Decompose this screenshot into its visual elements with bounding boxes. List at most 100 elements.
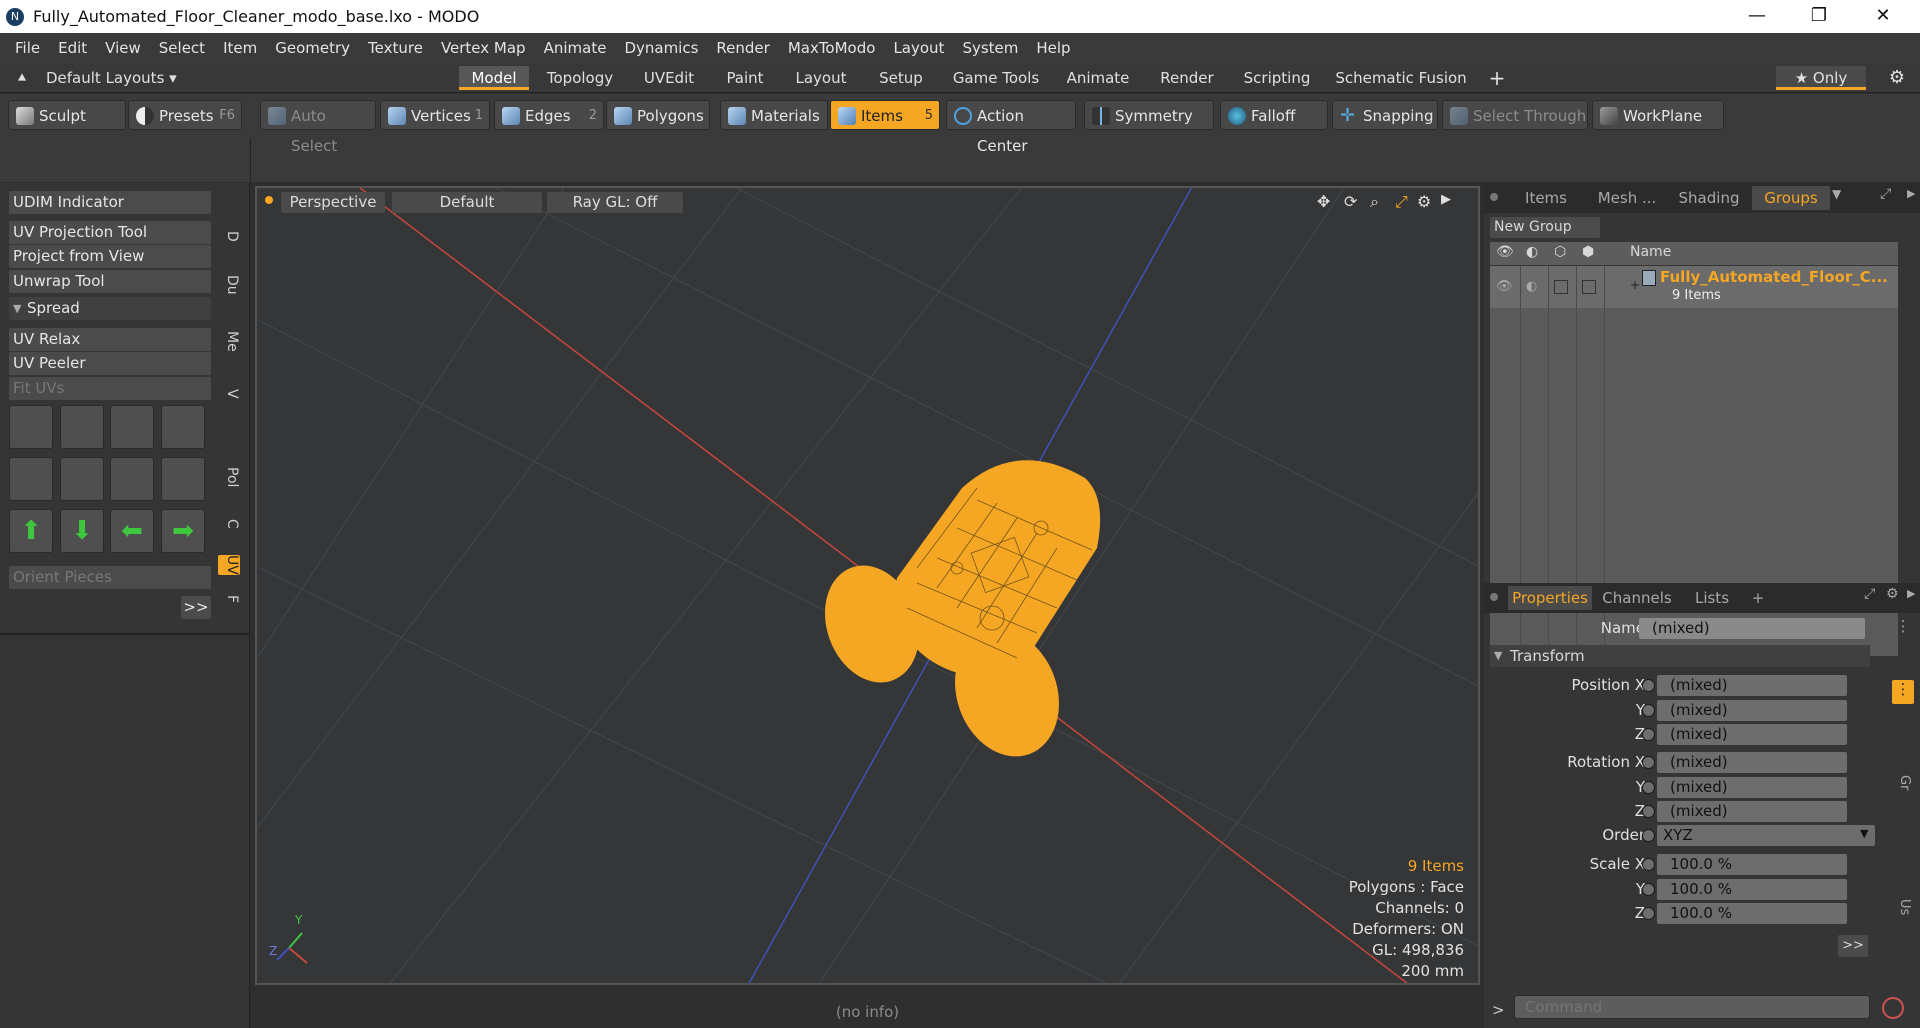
uv-peeler-button[interactable]: UV Peeler bbox=[9, 352, 211, 375]
row-render-icon[interactable]: ◐ bbox=[1526, 279, 1537, 294]
menu-geometry[interactable]: Geometry bbox=[266, 39, 359, 57]
menu-view[interactable]: View bbox=[96, 39, 150, 57]
tab-topology[interactable]: Topology bbox=[538, 66, 622, 90]
gear-icon[interactable]: ⚙ bbox=[1884, 66, 1910, 90]
rotation-z-field[interactable]: (mixed) bbox=[1657, 801, 1847, 822]
raygl-toggle[interactable]: Ray GL: Off bbox=[547, 192, 683, 213]
vtab-pol[interactable]: Pol bbox=[218, 467, 240, 487]
menu-file[interactable]: File bbox=[6, 39, 49, 57]
uv-projection-tool-button[interactable]: UV Projection Tool bbox=[9, 221, 211, 244]
shading-style-dropdown[interactable]: Default bbox=[392, 192, 542, 213]
menu-dynamics[interactable]: Dynamics bbox=[615, 39, 707, 57]
rotation-z-anim-dot[interactable] bbox=[1642, 805, 1655, 818]
position-y-field[interactable]: (mixed) bbox=[1657, 700, 1847, 721]
fit-view-icon[interactable]: ⤢ bbox=[1395, 192, 1408, 212]
tab-render[interactable]: Render bbox=[1150, 66, 1224, 90]
menu-animate[interactable]: Animate bbox=[535, 39, 616, 57]
side-tab-us[interactable]: Us bbox=[1896, 899, 1912, 915]
order-dropdown-icon[interactable]: ▼ bbox=[1860, 827, 1868, 840]
position-z-anim-dot[interactable] bbox=[1642, 728, 1655, 741]
rotation-y-field[interactable]: (mixed) bbox=[1657, 777, 1847, 798]
box-project-icon[interactable] bbox=[161, 405, 205, 449]
rotation-x-anim-dot[interactable] bbox=[1642, 756, 1655, 769]
menu-texture[interactable]: Texture bbox=[359, 39, 432, 57]
scale-x-field[interactable]: 100.0 % bbox=[1657, 854, 1847, 875]
side-tab-gr[interactable]: Gr bbox=[1896, 775, 1912, 790]
vtab-du[interactable]: Du bbox=[218, 275, 240, 295]
polygons-button[interactable]: Polygons bbox=[606, 100, 710, 130]
viewport-settings-icon[interactable]: ⚙ bbox=[1417, 192, 1431, 211]
arrow-right-icon[interactable]: ➡ bbox=[161, 509, 205, 553]
fit-uvs-button[interactable]: Fit UVs bbox=[9, 377, 211, 400]
tab-uvedit[interactable]: UVEdit bbox=[631, 66, 707, 90]
project-from-view-button[interactable]: Project from View bbox=[9, 245, 211, 268]
position-x-anim-dot[interactable] bbox=[1642, 679, 1655, 692]
position-z-field[interactable]: (mixed) bbox=[1657, 724, 1847, 745]
view-type-dropdown[interactable]: Perspective bbox=[281, 192, 385, 213]
tabs-dropdown-icon[interactable]: ▼ bbox=[1832, 187, 1841, 201]
order-select[interactable]: XYZ bbox=[1657, 825, 1875, 846]
row-select-checkbox[interactable] bbox=[1582, 280, 1596, 294]
render-icon[interactable]: ◐ bbox=[1526, 244, 1538, 260]
properties-side-handle[interactable]: ⋮ bbox=[1892, 617, 1914, 641]
viewport-options-dot[interactable] bbox=[265, 196, 273, 204]
arrow-left-icon[interactable]: ⬅ bbox=[110, 509, 154, 553]
auto-select-button[interactable]: Auto Select bbox=[260, 100, 376, 155]
menu-maxtomodo[interactable]: MaxToModo bbox=[779, 39, 885, 57]
expand-plus-icon[interactable]: + bbox=[1630, 278, 1640, 292]
menu-render[interactable]: Render bbox=[707, 39, 778, 57]
add-properties-tab[interactable]: + bbox=[1746, 586, 1770, 610]
vtab-v[interactable]: V bbox=[218, 389, 240, 399]
scale-z-anim-dot[interactable] bbox=[1642, 907, 1655, 920]
expand-arrow-icon[interactable]: ▶ bbox=[1441, 192, 1451, 207]
tab-animate[interactable]: Animate bbox=[1056, 66, 1140, 90]
menu-vertex-map[interactable]: Vertex Map bbox=[432, 39, 535, 57]
edges-button[interactable]: Edges 2 bbox=[494, 100, 604, 130]
scale-y-anim-dot[interactable] bbox=[1642, 883, 1655, 896]
menu-system[interactable]: System bbox=[953, 39, 1027, 57]
vtab-d[interactable]: D bbox=[218, 231, 240, 242]
close-button[interactable]: ✕ bbox=[1852, 0, 1914, 33]
position-x-field[interactable]: (mixed) bbox=[1657, 675, 1847, 696]
unwrap-tool-button[interactable]: Unwrap Tool bbox=[9, 270, 211, 293]
action-center-button[interactable]: Action Center bbox=[946, 100, 1076, 155]
axis-move-icon[interactable] bbox=[110, 405, 154, 449]
row-eye-icon[interactable]: 👁 bbox=[1496, 279, 1513, 294]
menu-layout[interactable]: Layout bbox=[884, 39, 953, 57]
tab-properties[interactable]: Properties bbox=[1508, 586, 1592, 610]
materials-button[interactable]: Materials bbox=[720, 100, 828, 130]
rotation-x-field[interactable]: (mixed) bbox=[1657, 752, 1847, 773]
uv-relax-button[interactable]: UV Relax bbox=[9, 328, 211, 351]
falloff-button[interactable]: Falloff bbox=[1220, 100, 1328, 130]
transform-section[interactable]: ▼ Transform bbox=[1490, 645, 1870, 667]
add-tab-button[interactable]: + bbox=[1484, 66, 1510, 90]
rotate-view-icon[interactable]: ⟳ bbox=[1344, 192, 1357, 211]
name-field[interactable]: (mixed) bbox=[1639, 618, 1865, 639]
orient-pieces-button[interactable]: Orient Pieces bbox=[9, 566, 211, 589]
panel-arrow-icon[interactable]: ▶ bbox=[1907, 187, 1915, 200]
command-input[interactable] bbox=[1514, 995, 1870, 1019]
udim-indicator-button[interactable]: UDIM Indicator bbox=[9, 191, 211, 214]
scale-x-anim-dot[interactable] bbox=[1642, 858, 1655, 871]
perspective-grid-icon[interactable] bbox=[110, 457, 154, 501]
presets-button[interactable]: Presets F6 bbox=[128, 100, 242, 130]
minimize-button[interactable]: — bbox=[1726, 0, 1788, 33]
tab-groups[interactable]: Groups bbox=[1752, 186, 1830, 210]
tab-setup[interactable]: Setup bbox=[866, 66, 936, 90]
position-y-anim-dot[interactable] bbox=[1642, 704, 1655, 717]
visibility-eye-icon[interactable]: 👁 bbox=[1496, 244, 1514, 260]
items-button[interactable]: Items 5 bbox=[830, 100, 940, 130]
tab-layout[interactable]: Layout bbox=[785, 66, 857, 90]
pop-out-icon[interactable]: ⤢ bbox=[1880, 186, 1891, 202]
cylinder-project-icon[interactable] bbox=[60, 405, 104, 449]
row-lock-checkbox[interactable] bbox=[1554, 280, 1568, 294]
menu-item[interactable]: Item bbox=[214, 39, 266, 57]
workplane-button[interactable]: WorkPlane bbox=[1592, 100, 1724, 130]
rotation-y-anim-dot[interactable] bbox=[1642, 781, 1655, 794]
properties-side-tab-active[interactable]: ⋮ bbox=[1892, 680, 1914, 704]
snapping-button[interactable]: ✛ Snapping bbox=[1332, 100, 1438, 130]
tab-items[interactable]: Items bbox=[1508, 186, 1584, 210]
scale-y-field[interactable]: 100.0 % bbox=[1657, 879, 1847, 900]
scale-z-field[interactable]: 100.0 % bbox=[1657, 903, 1847, 924]
tab-game-tools[interactable]: Game Tools bbox=[946, 66, 1046, 90]
